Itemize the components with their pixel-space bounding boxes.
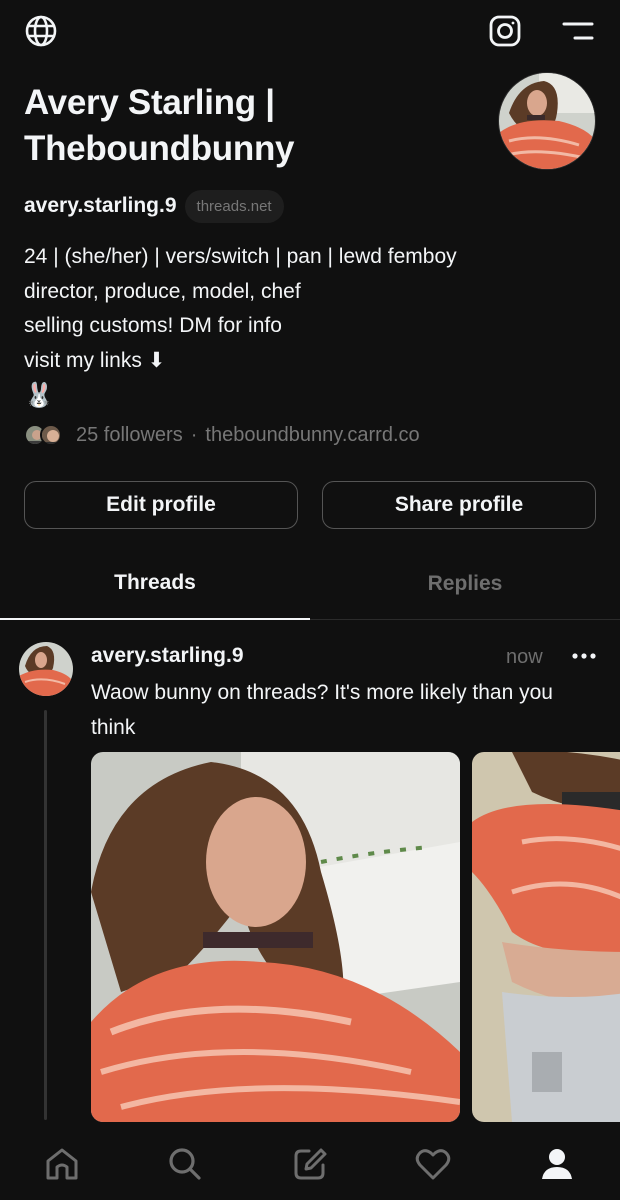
profile-tabs: Threads Replies (0, 548, 620, 620)
bio-line: director, produce, model, chef (24, 279, 301, 303)
tab-threads[interactable]: Threads (0, 548, 310, 620)
profile-icon[interactable] (535, 1142, 579, 1186)
top-bar (0, 0, 620, 62)
bio-line: selling customs! DM for info (24, 314, 282, 337)
handle-row: avery.starling.9 threads.net (24, 188, 284, 224)
bottom-nav (0, 1124, 620, 1200)
share-profile-button[interactable]: Share profile (322, 481, 596, 529)
domain-badge[interactable]: threads.net (184, 189, 284, 223)
post-image[interactable] (472, 752, 620, 1122)
followers-count[interactable]: 25 followers (76, 424, 183, 447)
tab-replies[interactable]: Replies (310, 548, 620, 620)
profile-avatar[interactable] (498, 72, 596, 170)
separator-dot: · (190, 423, 198, 446)
post-image[interactable] (91, 752, 460, 1122)
thread-line (44, 710, 47, 1120)
post-timestamp: now (506, 646, 543, 668)
bio-line: 24 | (she/her) | vers/switch | pan | lew… (24, 245, 457, 268)
home-icon[interactable] (40, 1142, 84, 1186)
follower-avatars[interactable] (24, 422, 68, 448)
heart-icon[interactable] (411, 1142, 455, 1186)
profile-bio: 24 | (she/her) | vers/switch | pan | lew… (24, 240, 584, 414)
profile-link[interactable]: theboundbunny.carrd.co (205, 424, 419, 447)
edit-profile-button[interactable]: Edit profile (24, 481, 298, 529)
profile-handle: avery.starling.9 (24, 194, 177, 217)
search-icon[interactable] (163, 1142, 207, 1186)
followers-row: 25 followers · theboundbunny.carrd.co (24, 420, 420, 450)
menu-icon[interactable] (558, 12, 598, 50)
profile-display-name: Avery Starling | Theboundbunny (24, 83, 295, 168)
bio-line-bunny-emoji: 🐰 (24, 382, 54, 409)
instagram-icon[interactable] (486, 12, 524, 50)
globe-icon[interactable] (22, 12, 60, 50)
post-username[interactable]: avery.starling.9 (91, 644, 244, 668)
bio-line: visit my links ⬇ (24, 348, 166, 372)
more-dots-icon[interactable] (568, 642, 600, 670)
post-avatar[interactable] (19, 642, 73, 696)
post-text: Waow bunny on threads? It's more likely … (91, 681, 553, 739)
compose-icon[interactable] (288, 1142, 332, 1186)
follower-avatar (40, 424, 62, 446)
